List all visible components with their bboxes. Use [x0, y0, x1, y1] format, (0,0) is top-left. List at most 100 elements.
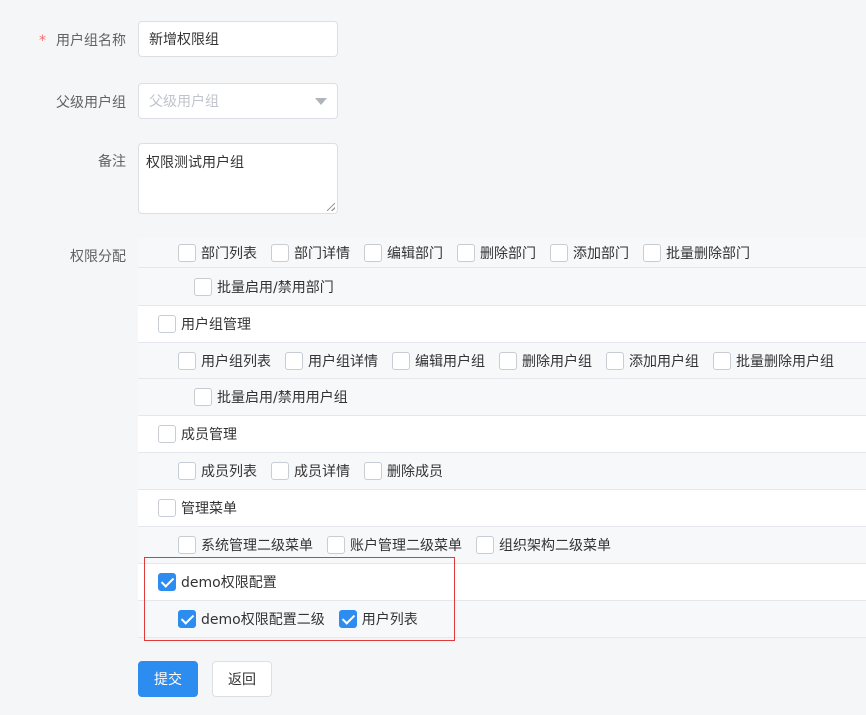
- checkbox-icon[interactable]: [476, 536, 494, 554]
- permission-checkbox-item[interactable]: 部门详情: [271, 243, 350, 263]
- permission-label: 删除用户组: [522, 353, 592, 370]
- required-mark: *: [39, 33, 46, 49]
- permission-label: 成员详情: [294, 464, 350, 480]
- permission-label: 用户组管理: [181, 317, 251, 333]
- checkbox-icon[interactable]: [457, 243, 475, 262]
- tree-parent-row: demo权限配置: [138, 564, 866, 601]
- permission-checkbox-item[interactable]: 用户组列表: [178, 351, 271, 371]
- permission-label: 用户列表: [361, 612, 418, 628]
- permission-checkbox-item[interactable]: 用户组管理: [158, 314, 251, 334]
- checkbox-icon[interactable]: [194, 388, 212, 406]
- permission-label: 系统管理二级菜单: [201, 538, 313, 554]
- permission-label: 编辑用户组: [415, 353, 485, 370]
- permission-checkbox-item[interactable]: 成员管理: [158, 424, 237, 444]
- permission-checkbox-item[interactable]: 删除用户组: [499, 351, 592, 371]
- permission-checkbox-item[interactable]: 添加用户组: [606, 351, 699, 371]
- checkbox-icon[interactable]: [178, 462, 196, 480]
- checkbox-icon[interactable]: [606, 351, 624, 370]
- permission-checkbox-item[interactable]: 添加部门: [550, 243, 629, 263]
- resize-handle-icon[interactable]: [327, 203, 335, 211]
- permission-checkbox-item[interactable]: 批量启用/禁用用户组: [194, 387, 348, 407]
- group-name-label: * 用户组名称: [39, 33, 126, 49]
- tree-parent-row: 用户组管理: [138, 306, 866, 343]
- permission-label: 部门列表: [201, 245, 257, 262]
- checkbox-checked-icon[interactable]: [338, 610, 357, 628]
- permission-label: 管理菜单: [181, 501, 237, 517]
- tree-child-row: 部门列表 部门详情 编辑部门 删除部门 添加部门 批量删除部门: [138, 238, 866, 268]
- checkbox-icon[interactable]: [364, 243, 382, 262]
- checkbox-icon[interactable]: [392, 351, 410, 370]
- parent-group-select[interactable]: 父级用户组: [138, 83, 338, 119]
- checkbox-checked-icon[interactable]: [158, 573, 176, 591]
- checkbox-icon[interactable]: [364, 462, 382, 480]
- checkbox-icon[interactable]: [643, 243, 661, 262]
- tree-child-row: 系统管理二级菜单 账户管理二级菜单 组织架构二级菜单: [138, 527, 866, 564]
- permission-label: 添加部门: [573, 245, 629, 262]
- permission-checkbox-item[interactable]: 删除部门: [457, 243, 536, 263]
- permission-checkbox-item[interactable]: 批量启用/禁用部门: [194, 277, 334, 297]
- permission-label: 批量删除用户组: [736, 353, 834, 370]
- permission-label: 用户组列表: [201, 353, 271, 370]
- permission-label: 成员列表: [201, 464, 257, 480]
- checkbox-icon[interactable]: [158, 425, 176, 443]
- checkbox-icon[interactable]: [713, 351, 731, 370]
- tree-child-row: demo权限配置二级 用户列表: [138, 601, 866, 638]
- permission-label: 用户组详情: [308, 353, 378, 370]
- permission-checkbox-item[interactable]: 编辑部门: [364, 243, 443, 263]
- permission-checkbox-item[interactable]: 用户组详情: [285, 351, 378, 371]
- remark-label: 备注: [98, 154, 126, 170]
- permission-label: 组织架构二级菜单: [499, 538, 611, 554]
- permission-label: 删除成员: [387, 464, 443, 480]
- group-name-input[interactable]: 新增权限组: [138, 21, 338, 57]
- permission-label: 批量启用/禁用用户组: [217, 390, 348, 406]
- checkbox-icon[interactable]: [158, 315, 176, 333]
- tree-child-row: 用户组列表 用户组详情 编辑用户组 删除用户组 添加用户组 批量删除用户组: [138, 343, 866, 379]
- submit-button[interactable]: 提交: [138, 661, 198, 697]
- permission-label: 成员管理: [181, 427, 237, 443]
- permission-checkbox-item[interactable]: demo权限配置二级: [178, 609, 325, 629]
- permission-label: 批量删除部门: [666, 245, 750, 262]
- permission-checkbox-item[interactable]: 管理菜单: [158, 498, 237, 518]
- remark-textarea[interactable]: 权限测试用户组: [138, 143, 338, 214]
- permission-checkbox-item[interactable]: 用户列表: [338, 609, 418, 629]
- permission-checkbox-item[interactable]: 删除成员: [364, 461, 443, 481]
- permission-label: 删除部门: [480, 245, 536, 262]
- back-button[interactable]: 返回: [212, 661, 272, 697]
- checkbox-icon[interactable]: [178, 351, 196, 370]
- checkbox-icon[interactable]: [499, 351, 517, 370]
- permission-checkbox-item[interactable]: 成员列表: [178, 461, 257, 481]
- permission-checkbox-item[interactable]: 系统管理二级菜单: [178, 535, 313, 555]
- checkbox-icon[interactable]: [271, 462, 289, 480]
- checkbox-icon[interactable]: [550, 243, 568, 262]
- permission-checkbox-item[interactable]: 账户管理二级菜单: [327, 535, 462, 555]
- checkbox-icon[interactable]: [178, 536, 196, 554]
- permission-checkbox-item[interactable]: 编辑用户组: [392, 351, 485, 371]
- permission-label: 添加用户组: [629, 353, 699, 370]
- permission-checkbox-item[interactable]: demo权限配置: [158, 572, 277, 592]
- checkbox-icon[interactable]: [285, 351, 303, 370]
- permission-label: 批量启用/禁用部门: [217, 279, 334, 296]
- checkbox-icon[interactable]: [178, 243, 196, 262]
- permission-label: demo权限配置: [181, 575, 277, 591]
- permission-label: demo权限配置二级: [201, 612, 325, 628]
- permission-label: 权限分配: [70, 249, 126, 265]
- checkbox-icon[interactable]: [158, 499, 176, 517]
- checkbox-checked-icon[interactable]: [178, 610, 196, 628]
- tree-child-row: 批量启用/禁用部门: [138, 268, 866, 306]
- permission-checkbox-item[interactable]: 部门列表: [178, 243, 257, 263]
- permission-checkbox-item[interactable]: 组织架构二级菜单: [476, 535, 611, 555]
- tree-parent-row: 管理菜单: [138, 490, 866, 527]
- permission-tree: 部门列表 部门详情 编辑部门 删除部门 添加部门 批量删除部门批量启用/禁用部门用户组管理…: [138, 238, 866, 638]
- permission-checkbox-item[interactable]: 成员详情: [271, 461, 350, 481]
- tree-child-row: 批量启用/禁用用户组: [138, 379, 866, 416]
- checkbox-icon[interactable]: [327, 536, 345, 554]
- checkbox-icon[interactable]: [194, 277, 212, 296]
- permission-label: 账户管理二级菜单: [350, 538, 462, 554]
- permission-label: 编辑部门: [387, 245, 443, 262]
- permission-checkbox-item[interactable]: 批量删除部门: [643, 243, 750, 263]
- permission-checkbox-item[interactable]: 批量删除用户组: [713, 351, 834, 371]
- parent-group-label: 父级用户组: [56, 95, 126, 111]
- chevron-down-icon: [315, 98, 327, 105]
- checkbox-icon[interactable]: [271, 243, 289, 262]
- tree-parent-row: 成员管理: [138, 416, 866, 453]
